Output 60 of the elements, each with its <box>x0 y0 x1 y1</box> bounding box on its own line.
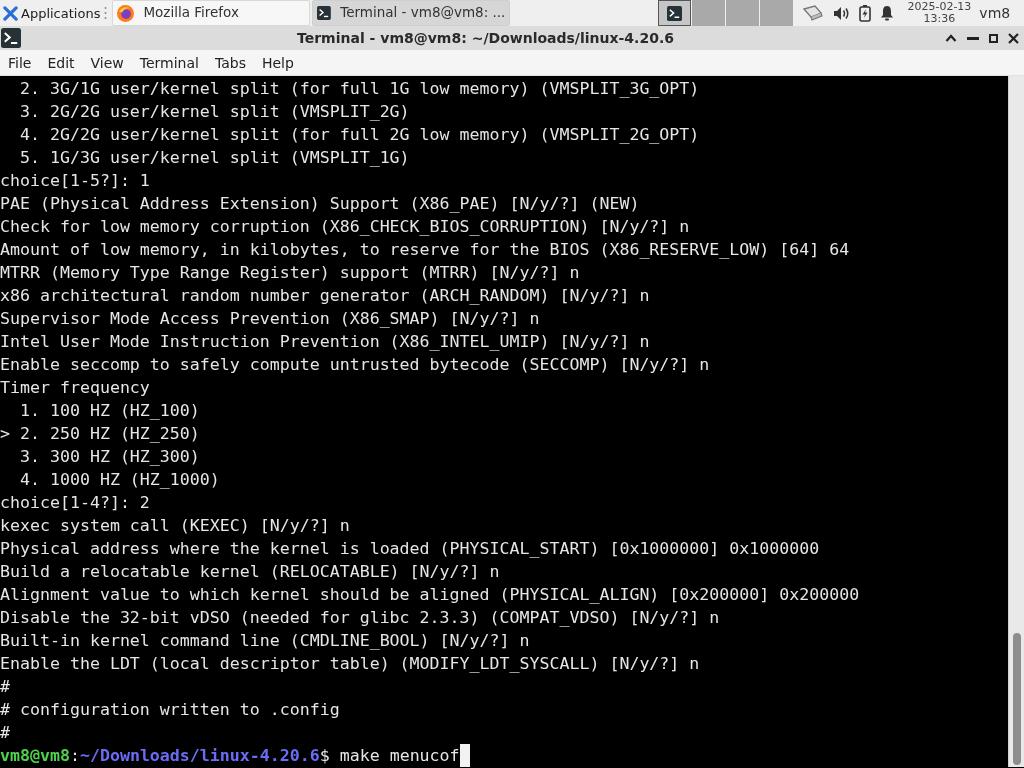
terminal-line: Enable the LDT (local descriptor table) (MODIFY_LDT_SYSCALL) [N/y/?] n <box>0 653 700 675</box>
window-title: Terminal - vm8@vm8: ~/Downloads/linux-4.20.6 <box>296 28 675 48</box>
taskbar-button[interactable]: Terminal - vm8@vm8: ... <box>312 0 511 26</box>
clock-date: 2025-02-13 <box>907 1 972 13</box>
terminal-line: Physical address where the kernel is loaded (PHYSICAL_START) [0x1000000] 0x1000000 <box>0 538 820 560</box>
terminal-line: PAE (Physical Address Extension) Support (X86_PAE) [N/y/?] (NEW) <box>0 193 640 215</box>
menu-item[interactable]: View <box>82 55 132 70</box>
taskbar-button[interactable]: Mozilla Firefox <box>112 0 311 26</box>
maximize-icon <box>989 33 998 43</box>
clock-time: 13:36 <box>923 13 956 25</box>
minimize-icon <box>967 36 979 40</box>
terminal-icon <box>667 5 683 21</box>
block-cursor-icon <box>459 744 470 767</box>
terminal-line: choice[1-4?]: 2 <box>0 492 150 514</box>
workspace-button[interactable] <box>658 0 692 26</box>
applications-menu[interactable]: Applications <box>0 0 103 26</box>
terminal-line: # <box>0 722 10 744</box>
terminal-icon <box>317 5 332 21</box>
grip-icon[interactable] <box>104 6 108 20</box>
terminal-line: Built-in kernel command line (CMDLINE_BOOL) [N/y/?] n <box>0 630 530 652</box>
terminal-line: 2. 3G/1G user/kernel split (for full 1G low memory) (VMSPLIT_3G_OPT) <box>18 78 700 100</box>
terminal-line: # configuration written to .config <box>0 699 340 721</box>
x-logo-icon <box>3 5 18 21</box>
terminal-line: Enable seccomp to safely compute untrusted bytecode (SECCOMP) [N/y/?] n <box>0 354 710 376</box>
terminal-line: 3. 300 HZ (HZ_300) <box>18 446 200 468</box>
menu-item[interactable]: Edit <box>39 55 83 70</box>
terminal-line: 5. 1G/3G user/kernel split (VMSPLIT_1G) <box>18 147 410 169</box>
terminal-line: kexec system call (KEXEC) [N/y/?] n <box>0 515 350 537</box>
user-name[interactable]: vm8 <box>979 2 1011 24</box>
terminal-line: Timer frequency <box>0 377 150 399</box>
terminal-line: 1. 100 HZ (HZ_100) <box>18 400 200 422</box>
terminal-line: 3. 2G/2G user/kernel split (VMSPLIT_2G) <box>18 101 410 123</box>
menu-item[interactable]: Terminal <box>131 55 207 70</box>
network-icon[interactable] <box>802 4 825 22</box>
terminal-line: Intel User Mode Instruction Prevention (X86_INTEL_UMIP) [N/y/?] n <box>0 331 650 353</box>
terminal-line: 4. 1000 HZ (HZ_1000) <box>18 469 220 491</box>
terminal-icon <box>1 28 21 48</box>
terminal-line: x86 architectural random number generator (ARCH_RANDOM) [N/y/?] n <box>0 285 650 307</box>
terminal-line: # <box>0 676 10 698</box>
bell-icon[interactable] <box>880 5 895 21</box>
terminal-line: Alignment value to which kernel should be aligned (PHYSICAL_ALIGN) [0x200000] 0x200000 <box>0 584 860 606</box>
terminal-line: choice[1-5?]: 1 <box>0 170 150 192</box>
battery-icon[interactable] <box>859 4 872 22</box>
browser-icon <box>117 4 135 22</box>
terminal-line: Check for low memory corruption (X86_CHECK_BIOS_CORRUPTION) [N/y/?] n <box>0 216 690 238</box>
scrollbar-thumb[interactable] <box>1012 633 1021 765</box>
terminal-line: 4. 2G/2G user/kernel split (for full 2G low memory) (VMSPLIT_2G_OPT) <box>18 124 700 146</box>
terminal-line: Disable the 32-bit vDSO (needed for glibc 2.3.3) (COMPAT_VDSO) [N/y/?] n <box>0 607 720 629</box>
caret-up-icon <box>945 34 957 42</box>
menu-item[interactable]: Tabs <box>206 55 254 70</box>
terminal-line: MTRR (Memory Type Range Register) support (MTRR) [N/y/?] n <box>0 262 580 284</box>
terminal-line: > 2. 250 HZ (HZ_250) <box>0 423 200 445</box>
prompt-line: vm8@vm8:~/Downloads/linux-4.20.6$ make menucof <box>0 745 460 767</box>
terminal-line: Amount of low memory, in kilobytes, to reserve for the BIOS (X86_RESERVE_LOW) [64] 64 <box>0 239 850 261</box>
close-icon <box>1008 32 1019 44</box>
terminal-line: Supervisor Mode Access Prevention (X86_SMAP) [N/y/?] n <box>0 308 540 330</box>
menu-item[interactable]: File <box>0 55 40 70</box>
speaker-icon[interactable] <box>833 5 851 21</box>
terminal-line: Build a relocatable kernel (RELOCATABLE) [N/y/?] n <box>0 561 500 583</box>
menu-item[interactable]: Help <box>253 55 302 70</box>
